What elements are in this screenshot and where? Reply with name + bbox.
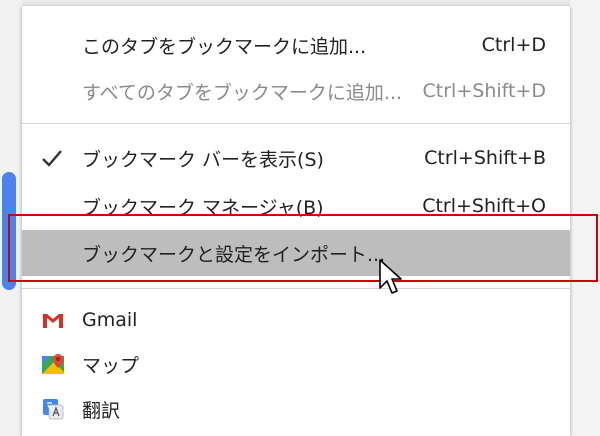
menu-item-bookmark-all-tabs: すべてのタブをブックマークに追加... Ctrl+Shift+D (22, 68, 570, 114)
checkmark-icon (42, 150, 62, 167)
menu-item-bookmark-this-tab[interactable]: このタブをブックマークに追加... Ctrl+D (22, 22, 570, 68)
menu-item-label: ブックマーク バーを表示(S) (82, 148, 324, 171)
menu-separator (22, 123, 570, 124)
bookmark-item-gmail[interactable]: Gmail (22, 297, 570, 343)
translate-icon (43, 399, 64, 420)
maps-icon (42, 354, 64, 374)
bookmark-label: マップ (82, 354, 140, 377)
menu-item-shortcut: Ctrl+D (481, 34, 546, 56)
menu-item-label: すべてのタブをブックマークに追加... (82, 81, 403, 104)
annotation-highlight-box (8, 214, 598, 282)
bookmark-item-translate[interactable]: 翻訳 (22, 386, 570, 432)
mouse-cursor-icon (379, 259, 402, 294)
gmail-icon (43, 314, 63, 328)
menu-item-shortcut: Ctrl+Shift+D (422, 80, 546, 102)
bookmark-item-maps[interactable]: マップ (22, 341, 570, 387)
menu-item-show-bookmarks-bar[interactable]: ブックマーク バーを表示(S) Ctrl+Shift+B (22, 135, 570, 181)
bookmark-label: 翻訳 (82, 399, 121, 422)
menu-item-shortcut: Ctrl+Shift+B (424, 147, 546, 169)
menu-separator (22, 288, 570, 289)
bookmark-label: Gmail (82, 309, 138, 331)
menu-item-label: このタブをブックマークに追加... (82, 35, 367, 58)
